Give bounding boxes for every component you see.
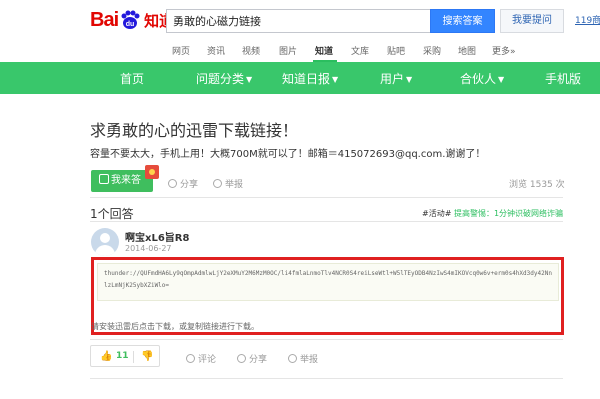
nav-item-zhidao[interactable]: 知道: [315, 44, 333, 57]
greennav-partners[interactable]: 合伙人 ▼: [460, 70, 504, 87]
thumbs-up-icon[interactable]: 👍: [100, 351, 112, 362]
greennav-daily-label: 知道日报: [282, 72, 331, 86]
greennav-categories[interactable]: 问题分类 ▼: [196, 70, 252, 87]
greennav-partners-label: 合伙人: [460, 72, 497, 86]
download-note: 请安装迅雷后点击下载，或复制链接进行下载。: [91, 322, 259, 331]
thunder-link[interactable]: thunder://QUFmdHA6Ly9qOmpAdmlwLjY2eXMuY2…: [97, 263, 559, 301]
divider: [90, 221, 563, 222]
vote-box: 👍 11 👎: [90, 345, 160, 367]
search-answer-button[interactable]: 搜索答案: [430, 9, 495, 33]
nav-item-wenku[interactable]: 文库: [351, 44, 369, 57]
nav-item-news[interactable]: 资讯: [207, 44, 225, 57]
user-link[interactable]: 119商城: [575, 13, 600, 26]
logo-text-du: du: [126, 21, 135, 28]
comment-icon: [186, 354, 195, 363]
like-count: 11: [116, 351, 129, 361]
top-bar: Bai du 知道 勇敢的心磁力链接 搜索答案 我要提问 119商城: [0, 0, 600, 42]
activity-banner[interactable]: #活动# 提高警惕：1分钟识破网络诈骗: [422, 208, 563, 219]
nav-item-images[interactable]: 图片: [279, 44, 297, 57]
question-title: 求勇敢的心的迅雷下载链接！: [90, 121, 299, 140]
share-icon: [168, 179, 177, 188]
category-nav: 首页 问题分类 ▼ 知道日报 ▼ 用户 ▼ 合伙人 ▼ 手机版: [0, 62, 600, 94]
greennav-mobile-label: 手机版: [545, 72, 582, 86]
ask-question-button[interactable]: 我要提问: [500, 9, 564, 33]
question-report-label: 举报: [225, 180, 244, 190]
share-icon: [237, 354, 246, 363]
divider: [90, 378, 563, 379]
greennav-mobile[interactable]: 手机版: [545, 70, 581, 87]
product-nav: 网页 资讯 视频 图片 知道 文库 贴吧 采购 地图 更多»: [0, 42, 600, 62]
activity-tag: #活动#: [422, 209, 452, 218]
comment-label: 评论: [198, 355, 217, 365]
divider: [90, 197, 563, 198]
question-report-link[interactable]: 举报: [213, 177, 243, 190]
chevron-down-icon: ▼: [246, 75, 253, 84]
answer-date: 2014-06-27: [125, 244, 172, 253]
answer-username[interactable]: 啊宝xL6旨R8: [125, 229, 189, 244]
question-share-label: 分享: [180, 180, 199, 190]
thumbs-down-icon[interactable]: 👎: [141, 351, 153, 362]
chevron-down-icon: ▼: [406, 75, 413, 84]
question-share-link[interactable]: 分享: [168, 177, 198, 190]
report-icon: [288, 354, 297, 363]
pencil-icon: [99, 174, 109, 184]
greennav-daily[interactable]: 知道日报 ▼: [282, 70, 338, 87]
nav-item-more[interactable]: 更多»: [492, 44, 516, 57]
greennav-users[interactable]: 用户 ▼: [380, 70, 412, 87]
view-count: 浏览 1535 次: [509, 180, 565, 190]
chevron-down-icon: ▼: [498, 75, 505, 84]
nav-item-web[interactable]: 网页: [172, 44, 190, 57]
avatar[interactable]: [91, 228, 119, 256]
greennav-users-label: 用户: [380, 72, 405, 86]
greennav-categories-label: 问题分类: [196, 72, 245, 86]
chevron-down-icon: ▼: [332, 75, 339, 84]
answer-button-label: 我来答: [111, 175, 141, 186]
comment-link[interactable]: 评论: [186, 352, 216, 365]
search-input[interactable]: 勇敢的心磁力链接: [166, 9, 430, 33]
divider: [90, 339, 563, 340]
greennav-home[interactable]: 首页: [120, 70, 144, 87]
answer-share-link[interactable]: 分享: [237, 352, 267, 365]
nav-item-map[interactable]: 地图: [458, 44, 476, 57]
question-description: 容量不要太大，手机上用！大概700M就可以了！邮箱＝415072693@qq.c…: [90, 149, 486, 160]
nav-item-tieba[interactable]: 贴吧: [387, 44, 405, 57]
red-packet-icon[interactable]: [145, 165, 159, 179]
nav-item-caigou[interactable]: 采购: [423, 44, 441, 57]
answer-report-label: 举报: [300, 355, 319, 365]
answer-count: 1个回答: [90, 207, 134, 221]
answer-button[interactable]: 我来答: [91, 170, 153, 192]
baidu-zhidao-logo[interactable]: Bai du 知道: [90, 8, 174, 32]
report-icon: [213, 179, 222, 188]
logo-text-bai: Bai: [90, 8, 119, 31]
activity-text: 提高警惕：1分钟识破网络诈骗: [453, 209, 564, 218]
greennav-home-label: 首页: [120, 72, 145, 86]
paw-icon: du: [121, 10, 140, 29]
nav-item-video[interactable]: 视频: [242, 44, 260, 57]
answer-report-link[interactable]: 举报: [288, 352, 318, 365]
answer-share-label: 分享: [249, 355, 268, 365]
